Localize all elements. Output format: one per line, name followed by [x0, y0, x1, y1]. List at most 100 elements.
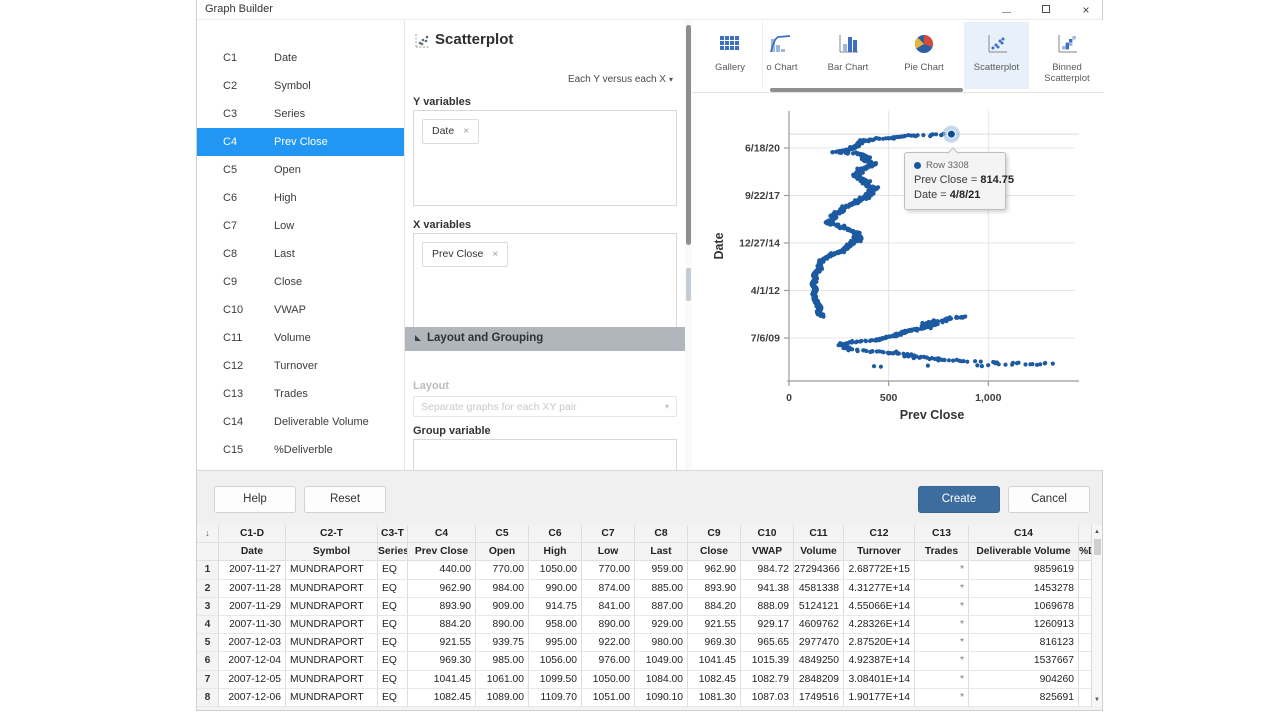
group-variable-box[interactable]	[413, 439, 677, 474]
worksheet-cell[interactable]: 770.00	[582, 561, 635, 579]
close-button[interactable]: ×	[1073, 0, 1099, 20]
worksheet-cell[interactable]: 2848209	[794, 671, 844, 689]
worksheet-cell[interactable]: 2.87520E+14	[844, 634, 915, 652]
table-vertical-scrollbar[interactable]: ▲▼	[1091, 525, 1102, 707]
worksheet-cell[interactable]: 2007-11-28	[219, 580, 286, 598]
worksheet-cell[interactable]: 976.00	[582, 652, 635, 670]
worksheet-cell[interactable]: 2007-11-30	[219, 616, 286, 634]
worksheet-cell[interactable]: 959.00	[635, 561, 688, 579]
gallery-tile-binned-scatterplot[interactable]: Binned Scatterplot	[1032, 22, 1102, 89]
column-header-cell[interactable]: C9	[688, 525, 741, 543]
worksheet-cell[interactable]: 770.00	[476, 561, 529, 579]
worksheet-cell[interactable]: 4.55066E+14	[844, 598, 915, 616]
maximize-button[interactable]	[1033, 0, 1059, 20]
worksheet-cell[interactable]: 984.72	[741, 561, 794, 579]
worksheet-cell[interactable]: 4.92387E+14	[844, 652, 915, 670]
worksheet-cell[interactable]: 969.30	[408, 652, 476, 670]
worksheet-cell[interactable]: 1041.45	[688, 652, 741, 670]
worksheet-cell[interactable]: 1061.00	[476, 671, 529, 689]
worksheet-cell[interactable]: 1051.00	[582, 689, 635, 707]
worksheet-cell[interactable]: *	[915, 561, 969, 579]
worksheet-cell[interactable]: 921.55	[408, 634, 476, 652]
worksheet-cell[interactable]: 1050.00	[529, 561, 582, 579]
gallery-tile-pie-chart[interactable]: Pie Chart	[886, 22, 962, 89]
column-header-cell[interactable]: Last	[635, 543, 688, 561]
worksheet-cell[interactable]: MUNDRAPORT	[286, 634, 378, 652]
worksheet-cell[interactable]: 1453278	[969, 580, 1079, 598]
worksheet-cell[interactable]: 1082.45	[408, 689, 476, 707]
create-button[interactable]: Create	[918, 486, 1000, 513]
worksheet-cell[interactable]: 1081.30	[688, 689, 741, 707]
worksheet-cell[interactable]: EQ	[378, 580, 408, 598]
worksheet-cell[interactable]: 2007-11-29	[219, 598, 286, 616]
worksheet-cell[interactable]: 884.20	[408, 616, 476, 634]
column-header-cell[interactable]: C12	[844, 525, 915, 543]
worksheet-cell[interactable]: 980.00	[635, 634, 688, 652]
worksheet-cell[interactable]: 1041.45	[408, 671, 476, 689]
worksheet-cell[interactable]: MUNDRAPORT	[286, 652, 378, 670]
column-header-cell[interactable]: C2-T	[286, 525, 378, 543]
y-variable-chip-date[interactable]: Date×	[422, 119, 479, 144]
worksheet-cell[interactable]: 962.90	[688, 561, 741, 579]
column-header-cell[interactable]: C3-T	[378, 525, 408, 543]
column-header-cell[interactable]: Low	[582, 543, 635, 561]
y-variables-box[interactable]: Date×	[413, 110, 677, 206]
column-list-item-vwap[interactable]: C10VWAP	[197, 296, 405, 324]
worksheet-cell[interactable]: *	[915, 689, 969, 707]
worksheet-cell[interactable]: *	[915, 580, 969, 598]
worksheet-cell[interactable]: 1069678	[969, 598, 1079, 616]
scrollbar-thumb-secondary[interactable]	[686, 268, 691, 301]
column-list-item-low[interactable]: C7Low	[197, 212, 405, 240]
column-list-item-prev-close[interactable]: C4Prev Close	[197, 128, 405, 156]
worksheet-cell[interactable]: EQ	[378, 652, 408, 670]
column-header-cell[interactable]: C6	[529, 525, 582, 543]
column-list-item-last[interactable]: C8Last	[197, 240, 405, 268]
column-list-item-date[interactable]: C1Date	[197, 44, 405, 72]
worksheet-cell[interactable]: 890.00	[582, 616, 635, 634]
row-number-cell[interactable]: 4	[197, 616, 219, 634]
worksheet-cell[interactable]: 990.00	[529, 580, 582, 598]
worksheet-cell[interactable]: 4.28326E+14	[844, 616, 915, 634]
minimize-button[interactable]	[993, 0, 1019, 20]
worksheet-cell[interactable]: 2007-12-06	[219, 689, 286, 707]
row-number-cell[interactable]: 7	[197, 671, 219, 689]
worksheet-cell[interactable]: EQ	[378, 561, 408, 579]
worksheet-cell[interactable]: 893.90	[408, 598, 476, 616]
column-list-item--deliverble[interactable]: C15%Deliverble	[197, 436, 405, 464]
worksheet-cell[interactable]: 1049.00	[635, 652, 688, 670]
worksheet-cell[interactable]: *	[915, 671, 969, 689]
worksheet-cell[interactable]: EQ	[378, 689, 408, 707]
worksheet-cell[interactable]: 825691	[969, 689, 1079, 707]
column-list-item-high[interactable]: C6High	[197, 184, 405, 212]
worksheet-cell[interactable]: 893.90	[688, 580, 741, 598]
column-header-cell[interactable]: Trades	[915, 543, 969, 561]
worksheet-cell[interactable]: 1082.79	[741, 671, 794, 689]
worksheet-cell[interactable]: 969.30	[688, 634, 741, 652]
column-list-item-symbol[interactable]: C2Symbol	[197, 72, 405, 100]
worksheet-cell[interactable]: 904260	[969, 671, 1079, 689]
worksheet-cell[interactable]: 1109.70	[529, 689, 582, 707]
worksheet-cell[interactable]: 1015.39	[741, 652, 794, 670]
worksheet-cell[interactable]: 1.90177E+14	[844, 689, 915, 707]
scrollbar-thumb[interactable]	[686, 25, 691, 245]
worksheet-cell[interactable]: *	[915, 598, 969, 616]
worksheet-cell[interactable]: 1087.03	[741, 689, 794, 707]
worksheet-cell[interactable]: 2007-12-05	[219, 671, 286, 689]
worksheet-cell[interactable]: 890.00	[476, 616, 529, 634]
column-header-cell[interactable]: Volume	[794, 543, 844, 561]
gallery-tile-bar-chart[interactable]: Bar Chart	[812, 22, 884, 89]
worksheet-cell[interactable]: MUNDRAPORT	[286, 580, 378, 598]
column-list-item-deliverable-volume[interactable]: C14Deliverable Volume	[197, 408, 405, 436]
worksheet-cell[interactable]: 874.00	[582, 580, 635, 598]
column-header-cell[interactable]: C7	[582, 525, 635, 543]
column-header-cell[interactable]: Date	[219, 543, 286, 561]
worksheet-cell[interactable]: 1082.45	[688, 671, 741, 689]
help-button[interactable]: Help	[214, 486, 296, 513]
worksheet-cell[interactable]: 1050.00	[582, 671, 635, 689]
worksheet-cell[interactable]: 3.08401E+14	[844, 671, 915, 689]
worksheet-cell[interactable]: MUNDRAPORT	[286, 689, 378, 707]
x-variables-box[interactable]: Prev Close×	[413, 233, 677, 330]
worksheet-cell[interactable]: 985.00	[476, 652, 529, 670]
worksheet-cell[interactable]: 885.00	[635, 580, 688, 598]
worksheet-cell[interactable]: 884.20	[688, 598, 741, 616]
